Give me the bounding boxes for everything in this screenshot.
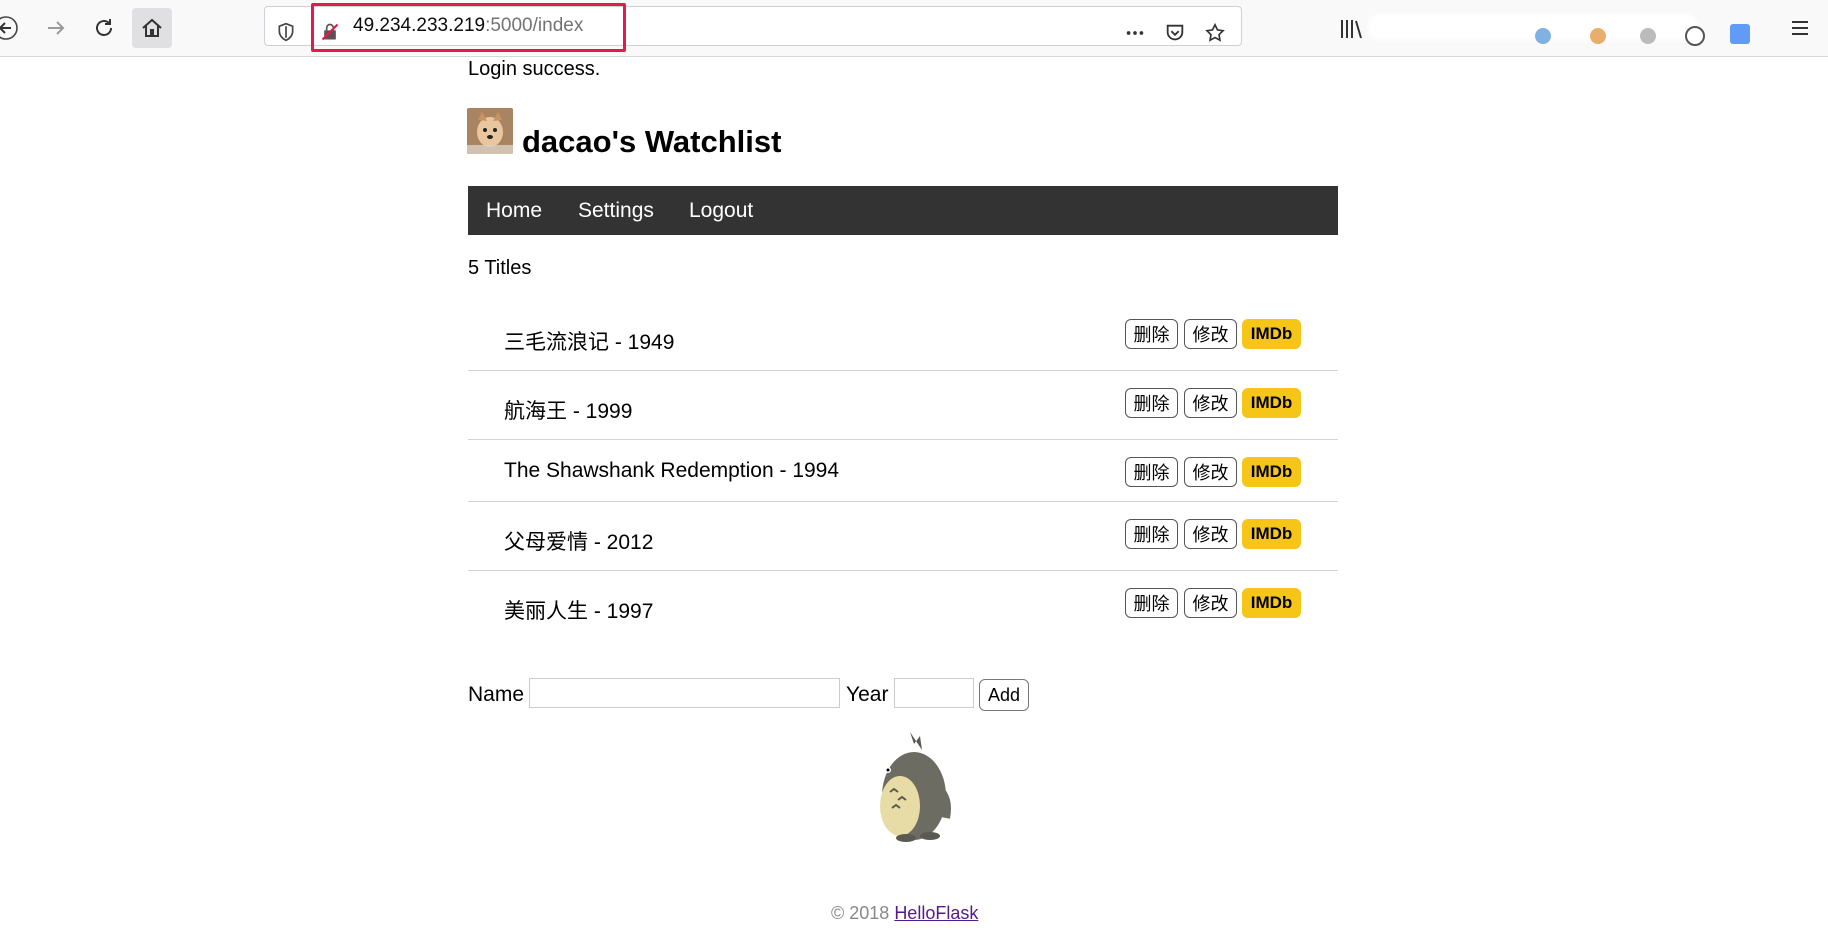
delete-button[interactable]: 删除 xyxy=(1125,457,1178,487)
edit-button[interactable]: 修改 xyxy=(1184,588,1237,618)
list-item: 航海王 - 1999 删除 修改 IMDb xyxy=(468,370,1338,440)
copyright-text: © 2018 xyxy=(831,903,895,923)
totoro-illustration xyxy=(880,732,951,842)
titles-count: 5 Titles xyxy=(468,257,532,279)
extension-icon[interactable] xyxy=(1685,26,1705,46)
list-item: 三毛流浪记 - 1949 删除 修改 IMDb xyxy=(468,300,1338,371)
year-input[interactable] xyxy=(894,678,974,708)
url-text[interactable]: 49.234.233.219:5000/index xyxy=(353,15,583,37)
avatar xyxy=(467,108,513,154)
extension-icon[interactable] xyxy=(1535,28,1551,44)
list-item: The Shawshank Redemption - 1994 删除 修改 IM… xyxy=(468,439,1338,502)
footer: © 2018 HelloFlask xyxy=(831,903,978,924)
flash-message: Login success. xyxy=(468,58,601,80)
edit-button[interactable]: 修改 xyxy=(1184,519,1237,549)
movie-title: 美丽人生 - 1997 xyxy=(504,600,654,623)
name-input[interactable] xyxy=(529,678,840,708)
navbar: Home Settings Logout xyxy=(468,186,1338,235)
list-item: 美丽人生 - 1997 删除 修改 IMDb xyxy=(468,570,1338,640)
movie-title: 航海王 - 1999 xyxy=(504,400,633,423)
delete-button[interactable]: 删除 xyxy=(1125,519,1178,549)
edit-button[interactable]: 修改 xyxy=(1184,388,1237,418)
extension-icon[interactable] xyxy=(1640,28,1656,44)
movie-title: 三毛流浪记 - 1949 xyxy=(504,331,675,354)
movie-title: The Shawshank Redemption - 1994 xyxy=(504,459,840,482)
edit-button[interactable]: 修改 xyxy=(1184,319,1237,349)
reload-button[interactable] xyxy=(84,8,124,48)
pocket-icon[interactable] xyxy=(1161,19,1189,47)
name-label: Name xyxy=(468,683,525,706)
nav-settings-link[interactable]: Settings xyxy=(578,199,654,223)
extension-icon[interactable] xyxy=(1730,24,1750,44)
reload-icon xyxy=(96,19,112,36)
nav-home-link[interactable]: Home xyxy=(486,199,542,223)
menu-button[interactable] xyxy=(1780,8,1820,48)
add-button[interactable]: Add xyxy=(979,679,1029,711)
browser-toolbar: 49.234.233.219:5000/index xyxy=(0,0,1828,57)
delete-button[interactable]: 删除 xyxy=(1125,319,1178,349)
imdb-link[interactable]: IMDb xyxy=(1242,457,1301,487)
forward-arrow-icon xyxy=(48,21,65,35)
home-button[interactable] xyxy=(132,8,172,48)
imdb-link[interactable]: IMDb xyxy=(1242,319,1301,349)
movie-title: 父母爱情 - 2012 xyxy=(504,531,654,554)
imdb-link[interactable]: IMDb xyxy=(1242,388,1301,418)
edit-button[interactable]: 修改 xyxy=(1184,457,1237,487)
forward-button[interactable] xyxy=(36,8,76,48)
back-arrow-icon xyxy=(0,16,18,40)
imdb-link[interactable]: IMDb xyxy=(1242,519,1301,549)
list-item: 父母爱情 - 2012 删除 修改 IMDb xyxy=(468,501,1338,571)
page-actions-icon[interactable] xyxy=(1121,19,1149,47)
library-icon[interactable] xyxy=(1340,18,1364,40)
extensions-area xyxy=(1340,8,1770,48)
hamburger-menu-icon xyxy=(1792,21,1808,35)
bookmark-star-icon[interactable] xyxy=(1201,19,1229,47)
year-label: Year xyxy=(846,683,889,706)
home-icon xyxy=(142,18,162,37)
page-title: dacao's Watchlist xyxy=(522,124,782,159)
nav-logout-link[interactable]: Logout xyxy=(689,199,753,223)
helloflask-link[interactable]: HelloFlask xyxy=(894,903,978,923)
delete-button[interactable]: 删除 xyxy=(1125,588,1178,618)
shield-icon[interactable] xyxy=(275,21,297,43)
imdb-link[interactable]: IMDb xyxy=(1242,588,1301,618)
back-button[interactable] xyxy=(0,8,26,48)
delete-button[interactable]: 删除 xyxy=(1125,388,1178,418)
extension-icon[interactable] xyxy=(1590,28,1606,44)
